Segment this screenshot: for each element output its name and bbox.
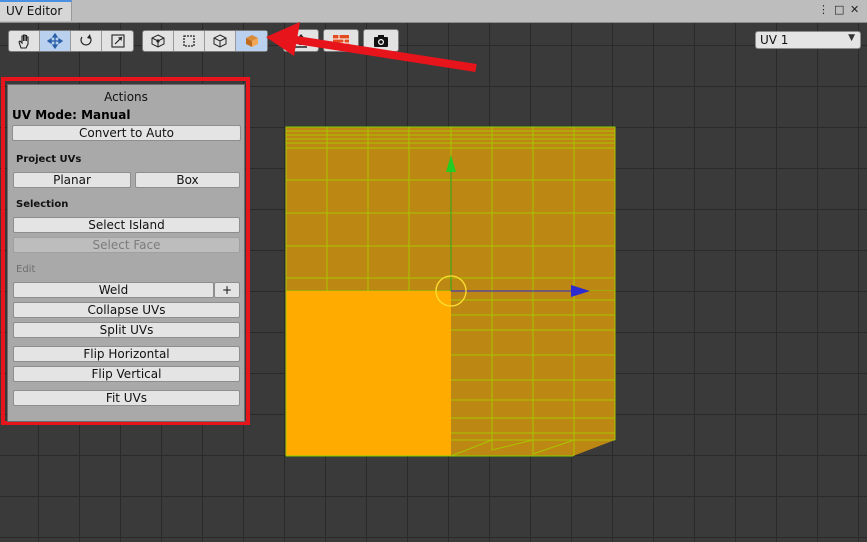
fit-uvs-button[interactable]: Fit UVs: [13, 390, 240, 406]
weld-options-button[interactable]: +: [214, 282, 240, 298]
weld-button[interactable]: Weld: [13, 282, 214, 298]
object-mode-button[interactable]: [236, 31, 267, 51]
edit-heading: Edit: [16, 264, 36, 275]
box-button[interactable]: Box: [135, 172, 240, 188]
selection-heading: Selection: [16, 199, 69, 210]
convert-to-auto-button[interactable]: Convert to Auto: [12, 125, 241, 141]
split-uvs-button[interactable]: Split UVs: [13, 322, 240, 338]
rotate-tool-button[interactable]: [71, 31, 102, 51]
select-face-button: Select Face: [13, 237, 240, 253]
upload-icon: [295, 33, 307, 48]
edge-mode-button[interactable]: [174, 31, 205, 51]
scale-tool-button[interactable]: [102, 31, 133, 51]
planar-button[interactable]: Planar: [13, 172, 131, 188]
hand-tool-button[interactable]: [9, 31, 40, 51]
object-mode-icon: [245, 35, 258, 47]
move-icon: [47, 33, 63, 49]
selection-modes: [142, 30, 268, 52]
rotate-icon: [80, 34, 92, 46]
uv-channel-value: UV 1: [760, 33, 789, 47]
flip-vertical-button[interactable]: Flip Vertical: [13, 366, 240, 382]
chevron-down-icon: ▼: [848, 33, 855, 43]
hand-icon: [18, 34, 29, 49]
transform-tools: [8, 30, 134, 52]
uv-channel-dropdown[interactable]: UV 1 ▼: [755, 31, 861, 49]
move-tool-button[interactable]: [40, 31, 71, 51]
flip-horizontal-button[interactable]: Flip Horizontal: [13, 346, 240, 362]
collapse-uvs-button[interactable]: Collapse UVs: [13, 302, 240, 318]
texture-grid-icon: [333, 34, 349, 47]
select-island-button[interactable]: Select Island: [13, 217, 240, 233]
edge-mode-icon: [183, 35, 195, 47]
camera-icon: [374, 34, 388, 47]
project-uvs-heading: Project UVs: [16, 154, 82, 165]
vertex-mode-button[interactable]: [143, 31, 174, 51]
screenshot-button[interactable]: [363, 29, 399, 52]
actions-panel: Actions UV Mode: Manual Convert to Auto …: [7, 84, 245, 422]
face-mode-button[interactable]: [205, 31, 236, 51]
texture-button[interactable]: [323, 29, 359, 52]
upload-button[interactable]: [283, 29, 319, 52]
scale-icon: [110, 34, 125, 48]
uv-selected-face[interactable]: [286, 291, 451, 456]
uv-mode-label: UV Mode: Manual: [12, 108, 131, 122]
vertex-mode-icon: [151, 34, 165, 48]
face-mode-icon: [213, 34, 227, 48]
actions-title: Actions: [104, 90, 148, 104]
